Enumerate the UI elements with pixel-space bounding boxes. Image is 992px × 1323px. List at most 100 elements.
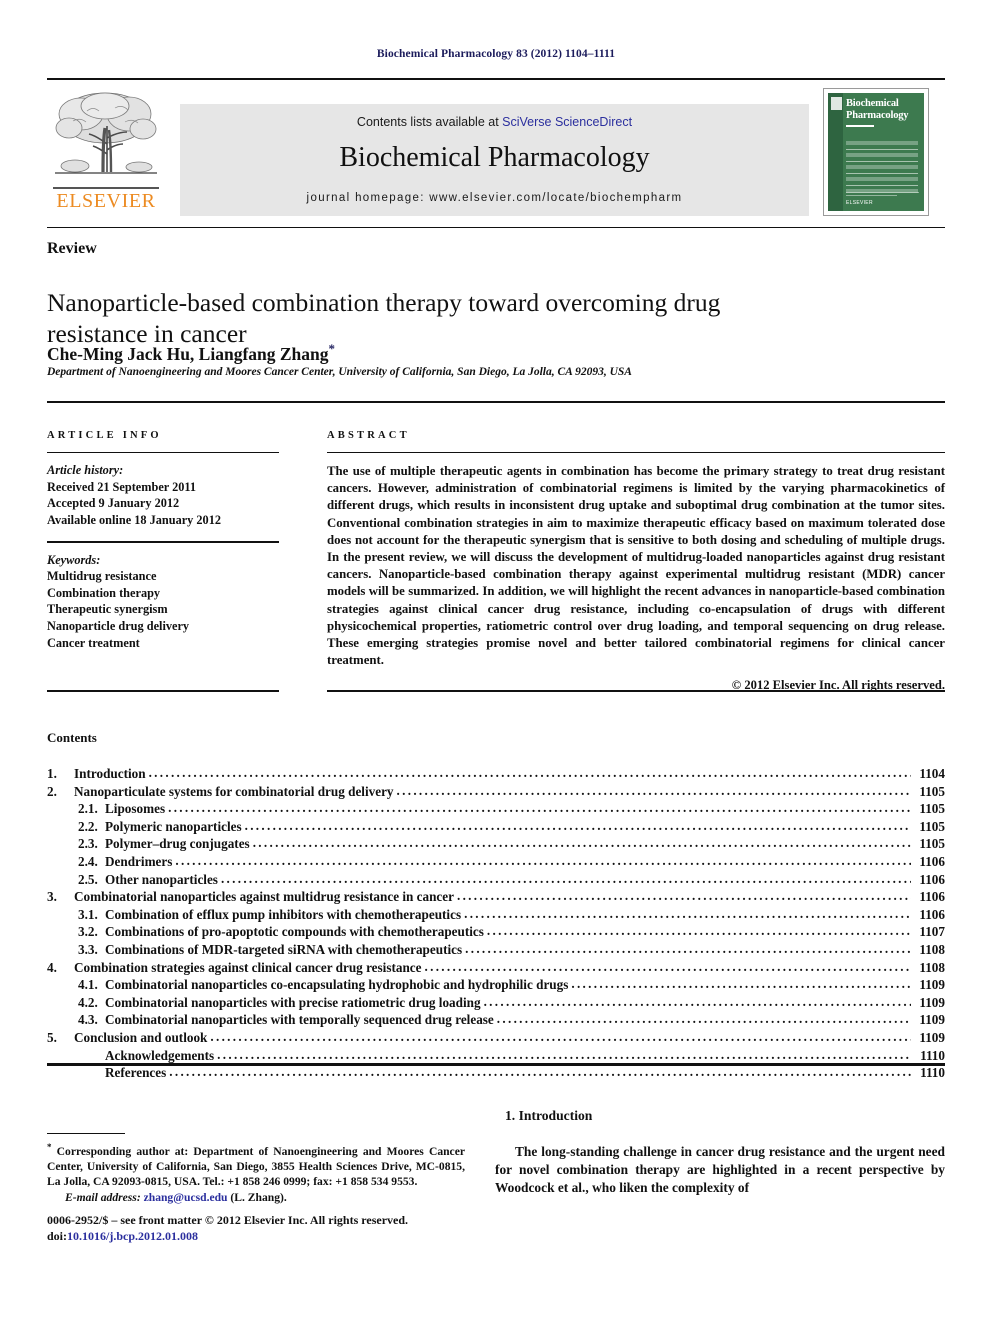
toc-label[interactable]: Acknowledgements <box>105 1048 217 1064</box>
toc-leader-dots: ........................................… <box>217 1046 911 1062</box>
corresponding-author-footnote: * Corresponding author at: Department of… <box>47 1140 465 1205</box>
toc-page-number[interactable]: 1105 <box>911 836 945 852</box>
toc-row[interactable]: 2.3. Polymer–drug conjugates.............… <box>47 835 945 854</box>
toc-leader-dots: ........................................… <box>464 905 911 921</box>
keyword-item: Combination therapy <box>47 585 161 600</box>
email-address-label: E-mail address: <box>65 1191 141 1205</box>
journal-cover-title-line1: Biochemical <box>846 98 899 109</box>
running-head: Biochemical Pharmacology 83 (2012) 1104–… <box>376 48 616 60</box>
toc-label[interactable]: Combination of efflux pump inhibitors wi… <box>105 907 464 923</box>
journal-cover-toc-lines <box>846 141 918 197</box>
toc-label[interactable]: Polymer–drug conjugates <box>105 836 253 852</box>
toc-label[interactable]: References <box>105 1065 169 1081</box>
toc-leader-dots: ........................................… <box>483 993 911 1009</box>
toc-row[interactable]: 3.3. Combinations of MDR-targeted siRNA w… <box>47 940 945 960</box>
toc-label[interactable]: Combinatorial nanoparticles with tempora… <box>105 1012 497 1028</box>
sciencedirect-link[interactable]: SciVerse ScienceDirect <box>502 115 632 129</box>
toc-label[interactable]: Introduction <box>74 766 149 782</box>
toc-leader-dots: ........................................… <box>396 782 911 798</box>
toc-page-number[interactable]: 1110 <box>911 1048 945 1064</box>
toc-label[interactable]: Combinations of pro-apoptotic compounds … <box>105 924 487 940</box>
toc-label[interactable]: Other nanoparticles <box>105 872 221 888</box>
toc-row[interactable]: 4.2. Combinatorial nanoparticles with pre… <box>47 993 945 1013</box>
title-top-rule <box>47 227 945 228</box>
toc-leader-dots: ........................................… <box>175 852 911 868</box>
toc-row[interactable]: 5. Conclusion and outlook................… <box>47 1029 945 1048</box>
doi-line: doi:10.1016/j.bcp.2012.01.008 <box>47 1228 487 1244</box>
keywords-label: Keywords: <box>47 552 101 567</box>
toc-label[interactable]: Combinatorial nanoparticles against mult… <box>74 889 457 905</box>
toc-page-number[interactable]: 1105 <box>911 784 945 800</box>
toc-row[interactable]: 2.2. Polymeric nanoparticles.............… <box>47 818 945 837</box>
author-names: Che-Ming Jack Hu, Liangfang Zhang <box>47 343 329 364</box>
toc-row[interactable]: 4.1. Combinatorial nanoparticles co-encap… <box>47 976 945 995</box>
toc-number: 5. <box>47 1029 57 1045</box>
page-title: Nanoparticle-based combination therapy t… <box>47 288 721 349</box>
toc-page-number[interactable]: 1105 <box>911 819 945 835</box>
abstract-column: ABSTRACT The use of multiple therapeutic… <box>327 430 945 693</box>
toc-leader-dots: ........................................… <box>465 940 911 956</box>
toc-number: 2.3. <box>78 836 98 852</box>
article-type-label: Review <box>47 240 97 257</box>
toc-row[interactable]: 2. Nanoparticulate systems for combinator… <box>47 782 945 802</box>
toc-page-number[interactable]: 1104 <box>911 766 945 782</box>
introduction-heading: 1. Introduction <box>505 1108 593 1123</box>
toc-page-number[interactable]: 1108 <box>911 960 945 976</box>
toc-number: 4. <box>47 959 57 975</box>
email-suffix: (L. Zhang). <box>227 1191 287 1205</box>
toc-label[interactable]: Conclusion and outlook <box>74 1030 210 1046</box>
journal-cover-title-line2: Pharmacology <box>846 109 909 121</box>
toc-row[interactable]: 3.1. Combination of efflux pump inhibitor… <box>47 905 945 925</box>
toc-page-number[interactable]: 1109 <box>911 1012 945 1028</box>
toc-number: 2.2. <box>78 818 98 834</box>
journal-article-page: Biochemical Pharmacology 83 (2012) 1104–… <box>0 0 992 1323</box>
toc-row[interactable]: 2.5. Other nanoparticles.................… <box>47 871 945 890</box>
toc-page-number[interactable]: 1110 <box>911 1065 945 1081</box>
toc-number: 3. <box>47 889 57 905</box>
toc-row[interactable]: 3.2. Combinations of pro-apoptotic compou… <box>47 923 945 942</box>
toc-row[interactable]: 1. Introduction..........................… <box>47 765 945 784</box>
article-info-divider <box>47 452 279 453</box>
article-history-label: Article history: <box>47 463 124 477</box>
keywords-divider <box>47 541 279 543</box>
toc-page-number[interactable]: 1109 <box>911 995 945 1011</box>
toc-page-number[interactable]: 1109 <box>911 1030 945 1046</box>
journal-homepage-line[interactable]: journal homepage: www.elsevier.com/locat… <box>180 192 809 204</box>
toc-label[interactable]: Combination strategies against clinical … <box>74 960 425 976</box>
toc-label[interactable]: Combinations of MDR-targeted siRNA with … <box>105 942 465 958</box>
toc-row[interactable]: 4. Combination strategies against clinica… <box>47 959 945 978</box>
toc-label[interactable]: Combinatorial nanoparticles with precise… <box>105 995 484 1011</box>
footnote-email-line: E-mail address: zhang@ucsd.edu (L. Zhang… <box>47 1190 465 1205</box>
toc-page-number[interactable]: 1106 <box>911 854 945 870</box>
table-of-contents: 1. Introduction..........................… <box>47 765 945 1083</box>
toc-page-number[interactable]: 1107 <box>911 924 945 940</box>
toc-label[interactable]: Nanoparticulate systems for combinatoria… <box>74 784 397 800</box>
toc-row[interactable]: 2.1. Liposomes...........................… <box>47 800 945 819</box>
toc-page-number[interactable]: 1105 <box>911 801 945 817</box>
toc-label[interactable]: Polymeric nanoparticles <box>105 819 245 835</box>
toc-row[interactable]: 2.4. Dendrimers..........................… <box>47 852 945 872</box>
doi-link[interactable]: 10.1016/j.bcp.2012.01.008 <box>67 1229 198 1243</box>
toc-page-number[interactable]: 1106 <box>911 889 945 905</box>
toc-row[interactable]: 3. Combinatorial nanoparticles against mu… <box>47 888 945 907</box>
toc-label[interactable]: Dendrimers <box>105 854 175 870</box>
abstract-divider <box>327 452 945 453</box>
toc-label[interactable]: Combinatorial nanoparticles co-encapsula… <box>105 977 571 993</box>
toc-page-number[interactable]: 1108 <box>911 942 945 958</box>
keyword-item: Nanoparticle drug delivery <box>47 618 190 633</box>
introduction-paragraph: The long-standing challenge in cancer dr… <box>495 1144 945 1195</box>
toc-leader-dots: ........................................… <box>252 835 911 851</box>
toc-number: 1. <box>47 766 57 781</box>
toc-label[interactable]: Liposomes <box>105 801 168 817</box>
email-link[interactable]: zhang@ucsd.edu <box>144 1191 228 1204</box>
toc-number: 3.1. <box>78 906 98 922</box>
toc-page-number[interactable]: 1106 <box>911 872 945 888</box>
article-history-block: Article history: Received 21 September 2… <box>47 462 279 528</box>
corresponding-author-marker[interactable]: * <box>329 341 336 356</box>
toc-page-number[interactable]: 1109 <box>911 977 945 993</box>
elsevier-logo-rule <box>53 187 159 189</box>
toc-row[interactable]: References..............................… <box>47 1064 945 1083</box>
toc-row[interactable]: 4.3. Combinatorial nanoparticles with tem… <box>47 1011 945 1030</box>
journal-cover-rule <box>846 125 874 127</box>
toc-page-number[interactable]: 1106 <box>911 907 945 923</box>
